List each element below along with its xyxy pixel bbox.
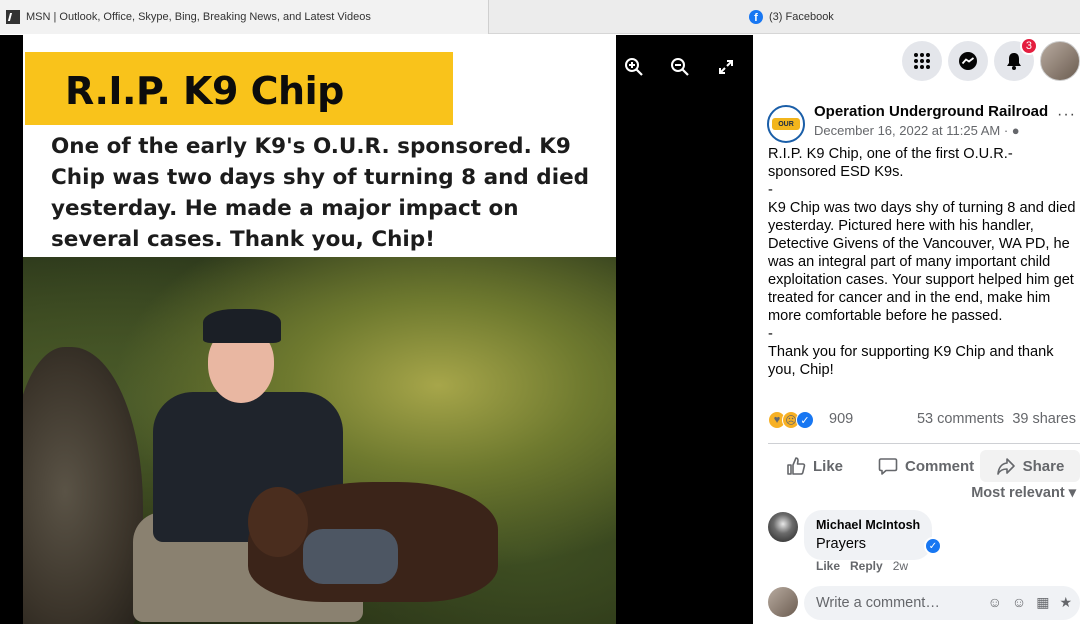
top-nav-icons: 3 (902, 37, 1080, 81)
comments-count-link[interactable]: 53 comments (917, 411, 1004, 427)
post-paragraph: R.I.P. K9 Chip, one of the first O.U.R.-… (768, 146, 1013, 180)
zoom-in-icon[interactable] (622, 55, 646, 79)
profile-avatar[interactable] (1040, 41, 1080, 81)
comment-text: Prayers (816, 536, 866, 552)
comment-like-button[interactable]: Like (816, 559, 840, 573)
post-body: R.I.P. K9 Chip, one of the first O.U.R.-… (768, 145, 1078, 379)
photo-scene-officer-and-dog (23, 257, 616, 624)
msn-icon (6, 10, 20, 24)
comment-like-reaction-icon[interactable]: ✓ (924, 537, 942, 555)
my-avatar[interactable] (768, 587, 798, 617)
post-paragraph: K9 Chip was two days shy of turning 8 an… (768, 200, 1080, 324)
photo-viewer: R.I.P. K9 Chip One of the early K9's O.U… (0, 35, 753, 624)
chevron-down-icon: ▾ (1068, 485, 1076, 501)
post-photo[interactable]: R.I.P. K9 Chip One of the early K9's O.U… (23, 35, 616, 624)
page-logo: OUR (772, 118, 800, 130)
browser-tab-strip: MSN | Outlook, Office, Skype, Bing, Brea… (0, 0, 1080, 34)
menu-grid-icon[interactable] (902, 41, 942, 81)
comment-composer: ☺ ☺ ▦ ★ (768, 586, 1080, 622)
share-label: Share (1022, 457, 1065, 475)
reactions-count[interactable]: 909 (829, 411, 853, 427)
emoji-icon[interactable]: ☺ (1012, 594, 1026, 611)
share-icon (996, 458, 1015, 475)
comment-button[interactable]: Comment (870, 450, 982, 482)
globe-icon: ● (1011, 123, 1020, 138)
share-button[interactable]: Share (980, 450, 1080, 482)
like-reaction-icon: ✓ (796, 411, 814, 429)
comment-actions: Like Reply 2w (816, 559, 908, 573)
thumbs-up-icon (787, 457, 806, 475)
like-button[interactable]: Like (778, 450, 851, 482)
avatar-sticker-icon[interactable]: ☺ (988, 594, 1002, 611)
rock (23, 347, 143, 624)
messenger-icon[interactable] (948, 41, 988, 81)
tab-facebook[interactable]: f (3) Facebook (749, 0, 1080, 34)
zoom-out-icon[interactable] (668, 55, 692, 79)
commenter-avatar[interactable] (768, 512, 798, 542)
tab-title: MSN | Outlook, Office, Skype, Bing, Brea… (26, 11, 371, 23)
comment-icon (878, 458, 898, 475)
comment-sort-dropdown[interactable]: Most relevant ▾ (971, 485, 1076, 501)
photo-caption: One of the early K9's O.U.R. sponsored. … (51, 134, 590, 252)
post-paragraph: Thank you for supporting K9 Chip and tha… (768, 344, 1058, 378)
composer-icons: ☺ ☺ ▦ ★ (988, 594, 1072, 611)
comment-author[interactable]: Michael McIntosh (816, 518, 920, 532)
reaction-icons[interactable]: ♥ ☹ ✓ (768, 411, 814, 429)
gif-icon[interactable]: ▦ (1036, 594, 1049, 611)
post-actions: Like Comment Share (768, 443, 1080, 482)
notifications-bell-icon[interactable]: 3 (994, 37, 1038, 81)
comment-bubble: Michael McIntosh Prayers (804, 510, 933, 560)
comment-age[interactable]: 2w (893, 559, 908, 573)
notifications-badge: 3 (1019, 37, 1038, 55)
officer-cap (203, 309, 281, 343)
sort-label: Most relevant (971, 485, 1065, 501)
facebook-icon: f (749, 10, 763, 24)
post-header: OUR Operation Underground Railroad Decem… (767, 102, 1080, 146)
post-paragraph: - (768, 326, 773, 342)
post-paragraph: - (768, 182, 773, 198)
comment-item: Michael McIntosh Prayers ✓ Like Reply 2w (768, 510, 1080, 576)
photo-heading: R.I.P. K9 Chip (65, 69, 344, 113)
page-avatar[interactable]: OUR (767, 105, 805, 143)
like-label: Like (813, 457, 844, 475)
dog-vest (303, 529, 398, 584)
post-date-text: December 16, 2022 at 11:25 AM · (814, 123, 1012, 138)
sticker-icon[interactable]: ★ (1059, 594, 1072, 611)
fullscreen-icon[interactable] (714, 55, 738, 79)
tab-title: (3) Facebook (769, 11, 834, 23)
more-options-icon[interactable]: ··· (1057, 106, 1076, 124)
shares-count-link[interactable]: 39 shares (1012, 411, 1076, 427)
post-side-panel: 3 OUR Operation Underground Railroad Dec… (753, 35, 1080, 624)
comment-reply-button[interactable]: Reply (850, 559, 883, 573)
tab-msn[interactable]: MSN | Outlook, Office, Skype, Bing, Brea… (0, 0, 489, 34)
dog-head (248, 487, 308, 557)
page-name-link[interactable]: Operation Underground Railroad (814, 103, 1048, 120)
comment-label: Comment (905, 457, 975, 475)
reactions-row: ♥ ☹ ✓ 909 53 comments 39 shares (768, 409, 1080, 431)
post-timestamp[interactable]: December 16, 2022 at 11:25 AM · ● (814, 123, 1020, 138)
